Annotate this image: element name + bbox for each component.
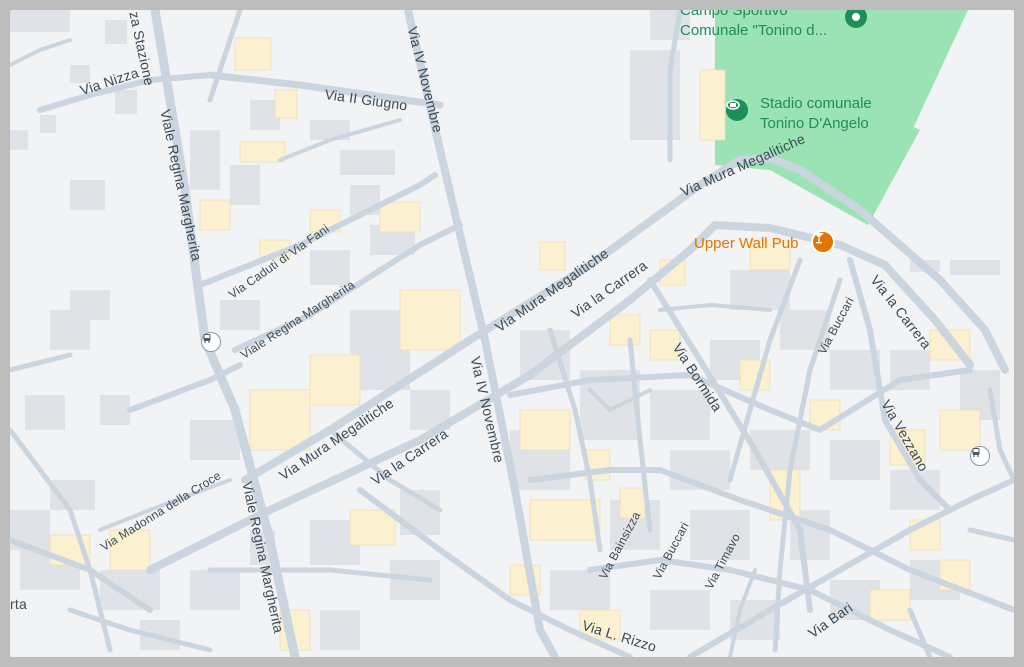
street-label-rta: rta: [10, 596, 27, 612]
bus-stop-icon[interactable]: [201, 332, 221, 352]
map-canvas[interactable]: Via Nizza za Stazione Viale Regina Margh…: [10, 10, 1014, 657]
bus-stop-icon[interactable]: [970, 446, 990, 466]
map-frame: Via Nizza za Stazione Viale Regina Margh…: [0, 0, 1024, 667]
cocktail-bar-icon[interactable]: [811, 230, 835, 254]
stadium-icon[interactable]: [726, 99, 748, 121]
upper-wall-pub-label[interactable]: Upper Wall Pub: [694, 235, 799, 252]
campo-sportivo-label[interactable]: Campo Sportivo Comunale "Tonino d...: [680, 10, 827, 41]
stadio-label[interactable]: Stadio comunale Tonino D'Angelo: [760, 94, 872, 134]
